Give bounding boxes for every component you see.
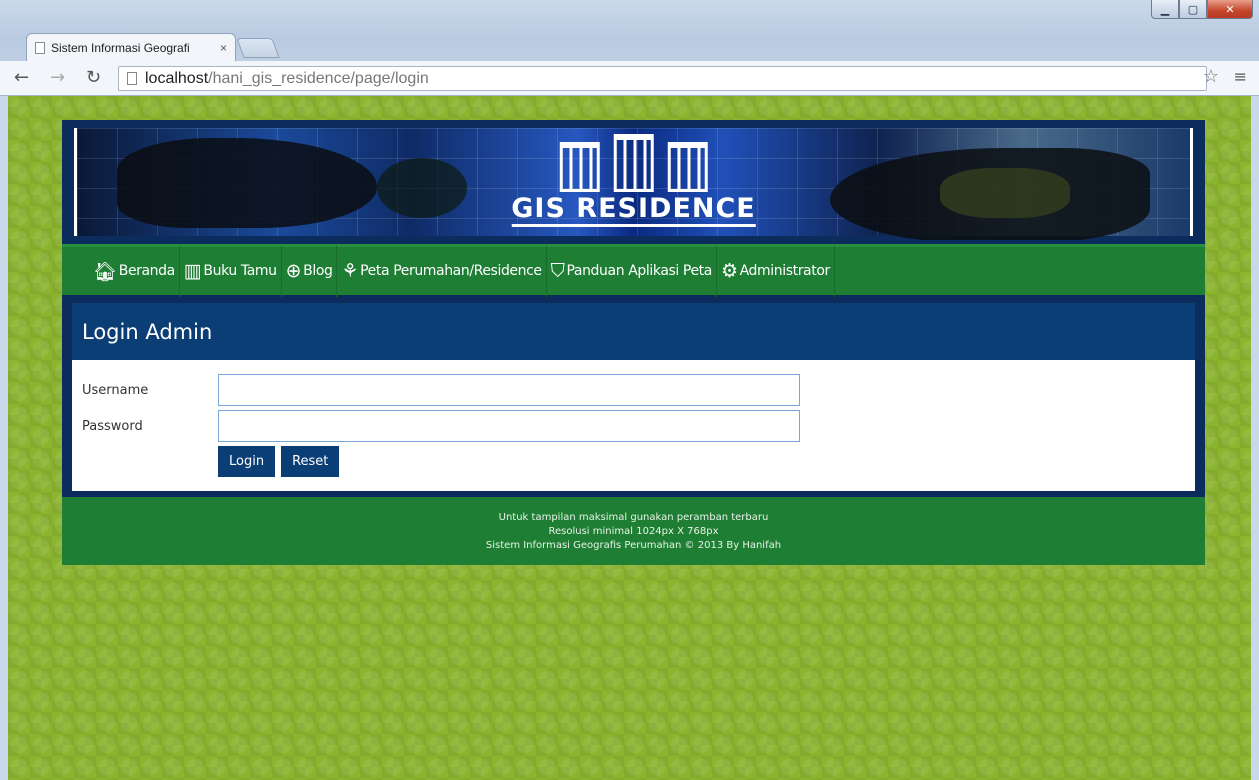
- nav-item-label: Beranda: [118, 263, 175, 279]
- page-icon: [127, 72, 137, 85]
- footer-line-resolution: Resolusi minimal 1024px X 768px: [548, 526, 719, 537]
- tab-close-icon[interactable]: ×: [220, 41, 227, 55]
- nav-item-administrator[interactable]: ⚙ Administrator: [717, 245, 835, 297]
- back-icon[interactable]: ←: [14, 67, 29, 88]
- site-footer: Untuk tampilan maksimal gunakan peramban…: [62, 497, 1205, 565]
- main-nav: 🏠︎ Beranda ▥ Buku Tamu ⊕ Blog ⚘ Peta Per…: [62, 244, 1205, 297]
- url-host: localhost: [145, 69, 209, 87]
- page-background: GIS RESIDENCE 🏠︎ Beranda ▥ Buku Tamu ⊕ B…: [8, 96, 1251, 780]
- new-tab-button[interactable]: [236, 38, 280, 58]
- nav-item-label: Blog: [303, 263, 333, 279]
- url-path: /hani_gis_residence/page/login: [208, 69, 429, 87]
- username-field[interactable]: [218, 374, 800, 406]
- help-shield-icon: ⛉: [550, 260, 565, 282]
- footer-copyright: Sistem Informasi Geografis Perumahan © 2…: [485, 540, 782, 551]
- nav-item-beranda[interactable]: 🏠︎ Beranda: [89, 245, 180, 297]
- site-title: GIS RESIDENCE: [511, 194, 756, 227]
- address-bar[interactable]: localhost/hani_gis_residence/page/login: [118, 66, 1207, 91]
- home-icon: 🏠︎: [93, 260, 117, 283]
- footer-line-browser: Untuk tampilan maksimal gunakan peramban…: [498, 512, 769, 523]
- login-heading: Login Admin: [72, 303, 1195, 360]
- admin-icon: ⚙: [720, 260, 738, 282]
- browser-chrome: ▁ ▢ ✕ Sistem Informasi Geografi × ← → ↻ …: [0, 0, 1259, 96]
- minimize-button[interactable]: ▁: [1151, 0, 1179, 19]
- map-icon: ⚘: [341, 260, 359, 282]
- username-row: Username: [82, 374, 1185, 406]
- menu-icon[interactable]: ≡: [1234, 67, 1247, 86]
- window-controls: ▁ ▢ ✕: [1151, 0, 1253, 19]
- window-border-left: [0, 96, 8, 780]
- close-window-button[interactable]: ✕: [1207, 0, 1253, 19]
- buildings-icon: [559, 132, 708, 192]
- books-icon: ▥: [183, 260, 202, 282]
- banner-landmass: [940, 168, 1070, 218]
- tab-title: Sistem Informasi Geografi: [51, 40, 190, 55]
- globe-icon: ⊕: [285, 260, 302, 282]
- password-label: Password: [82, 418, 143, 434]
- nav-item-label: Peta Perumahan/Residence: [360, 263, 542, 279]
- login-card: Login Admin Username Password Login Rese…: [72, 303, 1195, 491]
- login-form: Username Password Login Reset: [72, 360, 1195, 491]
- reload-icon[interactable]: ↻: [86, 67, 101, 88]
- browser-tab[interactable]: Sistem Informasi Geografi ×: [26, 33, 236, 61]
- nav-item-peta-perumahan[interactable]: ⚘ Peta Perumahan/Residence: [337, 245, 547, 297]
- site-logo: GIS RESIDENCE: [511, 132, 756, 227]
- nav-item-buku-tamu[interactable]: ▥ Buku Tamu: [180, 245, 282, 297]
- page-icon: [35, 41, 45, 54]
- site-container: GIS RESIDENCE 🏠︎ Beranda ▥ Buku Tamu ⊕ B…: [62, 120, 1205, 565]
- reset-button[interactable]: Reset: [281, 446, 340, 477]
- login-button[interactable]: Login: [218, 446, 276, 477]
- nav-item-label: Buku Tamu: [203, 263, 277, 279]
- browser-toolbar: ← → ↻ localhost/hani_gis_residence/page/…: [0, 61, 1259, 96]
- form-buttons: Login Reset: [82, 446, 1185, 477]
- username-label: Username: [82, 382, 149, 398]
- nav-item-blog[interactable]: ⊕ Blog: [282, 245, 338, 297]
- banner-landmass: [117, 138, 377, 228]
- bookmark-star-icon[interactable]: ☆: [1203, 66, 1219, 87]
- window-border-right: [1251, 96, 1259, 780]
- header-banner: GIS RESIDENCE: [62, 120, 1205, 244]
- forward-icon[interactable]: →: [50, 67, 65, 88]
- banner-landmass: [377, 158, 467, 218]
- nav-item-label: Administrator: [739, 263, 831, 279]
- nav-item-panduan[interactable]: ⛉ Panduan Aplikasi Peta: [547, 245, 717, 297]
- banner-map-image: GIS RESIDENCE: [74, 128, 1193, 240]
- content-area: Login Admin Username Password Login Rese…: [62, 295, 1205, 497]
- maximize-button[interactable]: ▢: [1179, 0, 1207, 19]
- password-field[interactable]: [218, 410, 800, 442]
- password-row: Password: [82, 410, 1185, 442]
- nav-item-label: Panduan Aplikasi Peta: [566, 263, 712, 279]
